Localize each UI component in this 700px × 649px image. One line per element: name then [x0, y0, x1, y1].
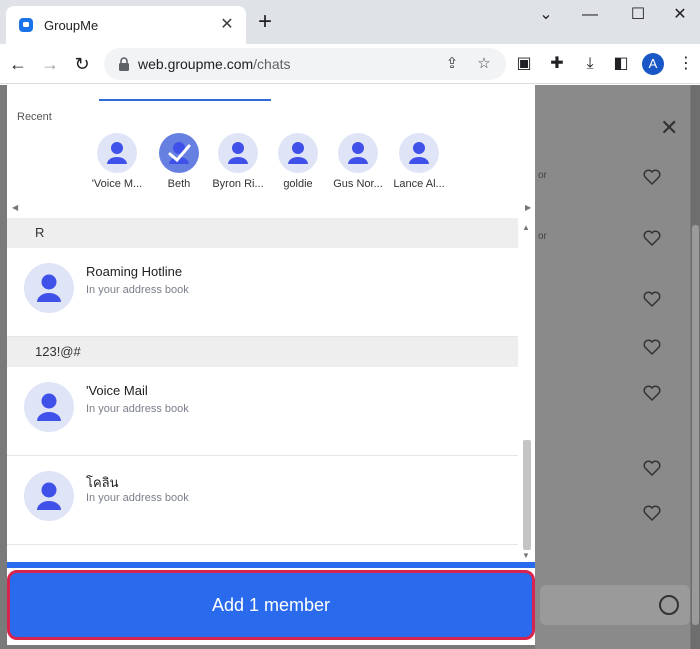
contact-name: โคลิน — [86, 475, 119, 490]
person-icon — [228, 142, 248, 164]
contact-subtitle: In your address book — [86, 403, 189, 415]
person-icon — [107, 142, 127, 164]
recent-contact-name: Lance Al... — [393, 178, 445, 190]
section-header: R — [7, 218, 518, 248]
contact-name: Roaming Hotline — [86, 264, 183, 279]
heart-icon — [642, 228, 662, 248]
groupme-favicon-icon — [18, 17, 34, 33]
recent-horizontal-scrollbar[interactable]: ◀ ▶ — [7, 203, 535, 215]
avatar — [24, 382, 74, 432]
chat-panel-background — [535, 85, 690, 649]
download-icon[interactable]: ⤓ — [578, 52, 602, 76]
section-header: 123!@# — [7, 337, 518, 367]
contact-row[interactable]: โคลิน In your address book — [7, 456, 518, 545]
scroll-left-icon[interactable]: ◀ — [12, 203, 18, 212]
recent-contact[interactable]: Lance Al... — [389, 133, 449, 190]
add-member-button[interactable]: Add 1 member — [7, 570, 535, 640]
heart-icon — [642, 167, 662, 187]
contact-subtitle: In your address book — [86, 492, 189, 504]
person-icon — [348, 142, 368, 164]
dialog-bottom-strip — [7, 562, 535, 568]
recent-contact[interactable]: Byron Ri... — [208, 133, 268, 190]
avatar — [338, 133, 378, 173]
heart-icon — [642, 383, 662, 403]
active-tab-indicator — [99, 99, 271, 101]
url-text: web.groupme.com/chats — [138, 56, 291, 72]
contact-list: R Roaming Hotline In your address book 1… — [7, 218, 518, 568]
recent-label: Recent — [17, 111, 52, 123]
maximize-icon[interactable]: ☐ — [618, 4, 658, 26]
contact-name: 'Voice Mail — [86, 383, 148, 398]
add-members-dialog: Recent 'Voice M... Beth Byron Ri... gold… — [7, 85, 535, 645]
tab-bar: GroupMe ✕ + ⌄ — ☐ ✕ — [0, 0, 700, 44]
avatar — [97, 133, 137, 173]
page-scrollbar-thumb — [692, 225, 699, 625]
heart-icon — [642, 458, 662, 478]
recent-contact-name: Beth — [167, 178, 191, 190]
minimize-icon[interactable]: — — [570, 4, 610, 26]
contact-row[interactable]: 'Voice Mail In your address book — [7, 367, 518, 456]
lock-icon[interactable] — [116, 56, 132, 72]
new-tab-plus-icon[interactable]: + — [252, 10, 278, 36]
side-panel-icon[interactable]: ◧ — [609, 52, 633, 76]
avatar — [24, 471, 74, 521]
screen-capture-icon[interactable]: ▣ — [512, 52, 536, 76]
contact-row[interactable]: Roaming Hotline In your address book — [7, 248, 518, 337]
recent-contact-name: 'Voice M... — [91, 178, 143, 190]
forward-icon[interactable]: → — [36, 50, 64, 78]
tab-close-icon[interactable]: ✕ — [218, 16, 236, 34]
avatar — [218, 133, 258, 173]
recent-contact[interactable]: 'Voice M... — [87, 133, 147, 190]
heart-icon — [642, 503, 662, 523]
close-icon: ✕ — [660, 115, 679, 140]
emoji-icon — [659, 595, 679, 615]
browser-tab[interactable]: GroupMe ✕ — [6, 6, 246, 44]
avatar — [159, 133, 199, 173]
person-icon — [409, 142, 429, 164]
recent-contact-name: goldie — [283, 178, 313, 190]
person-icon — [37, 274, 61, 302]
scroll-down-icon[interactable]: ▼ — [522, 551, 530, 560]
window-close-icon[interactable]: ✕ — [660, 4, 700, 26]
chat-snippet: or — [538, 170, 547, 181]
star-icon[interactable]: ☆ — [474, 54, 494, 74]
scroll-right-icon[interactable]: ▶ — [525, 203, 531, 212]
share-icon[interactable]: ⇪ — [442, 54, 462, 74]
recent-contact-name: Gus Nor... — [333, 178, 383, 190]
checkmark-icon — [168, 144, 191, 163]
reload-icon[interactable]: ↻ — [68, 50, 96, 78]
profile-avatar[interactable]: A — [642, 53, 664, 75]
chevron-down-icon[interactable]: ⌄ — [526, 4, 566, 26]
avatar — [399, 133, 439, 173]
extensions-icon[interactable]: ✚ — [545, 52, 569, 76]
contact-list-scrollbar-thumb[interactable] — [523, 440, 531, 550]
recent-contact[interactable]: goldie — [268, 133, 328, 190]
browser-toolbar: ← → ↻ web.groupme.com/chats ⇪ ☆ ▣ ✚ ⤓ ◧ … — [0, 44, 700, 84]
heart-icon — [642, 337, 662, 357]
person-icon — [37, 482, 61, 510]
contact-subtitle: In your address book — [86, 284, 189, 296]
heart-icon — [642, 289, 662, 309]
person-icon — [37, 393, 61, 421]
avatar — [278, 133, 318, 173]
person-icon — [288, 142, 308, 164]
avatar — [24, 263, 74, 313]
recent-contact-selected[interactable]: Beth — [149, 133, 209, 190]
recent-contact[interactable]: Gus Nor... — [328, 133, 388, 190]
chat-snippet: or — [538, 231, 547, 242]
recent-contact-name: Byron Ri... — [212, 178, 264, 190]
tab-title: GroupMe — [44, 17, 99, 33]
menu-icon[interactable]: ⋮ — [674, 52, 698, 76]
address-bar[interactable]: web.groupme.com/chats ⇪ ☆ — [104, 48, 506, 80]
scroll-up-icon[interactable]: ▲ — [522, 223, 530, 232]
back-icon[interactable]: ← — [4, 50, 32, 78]
